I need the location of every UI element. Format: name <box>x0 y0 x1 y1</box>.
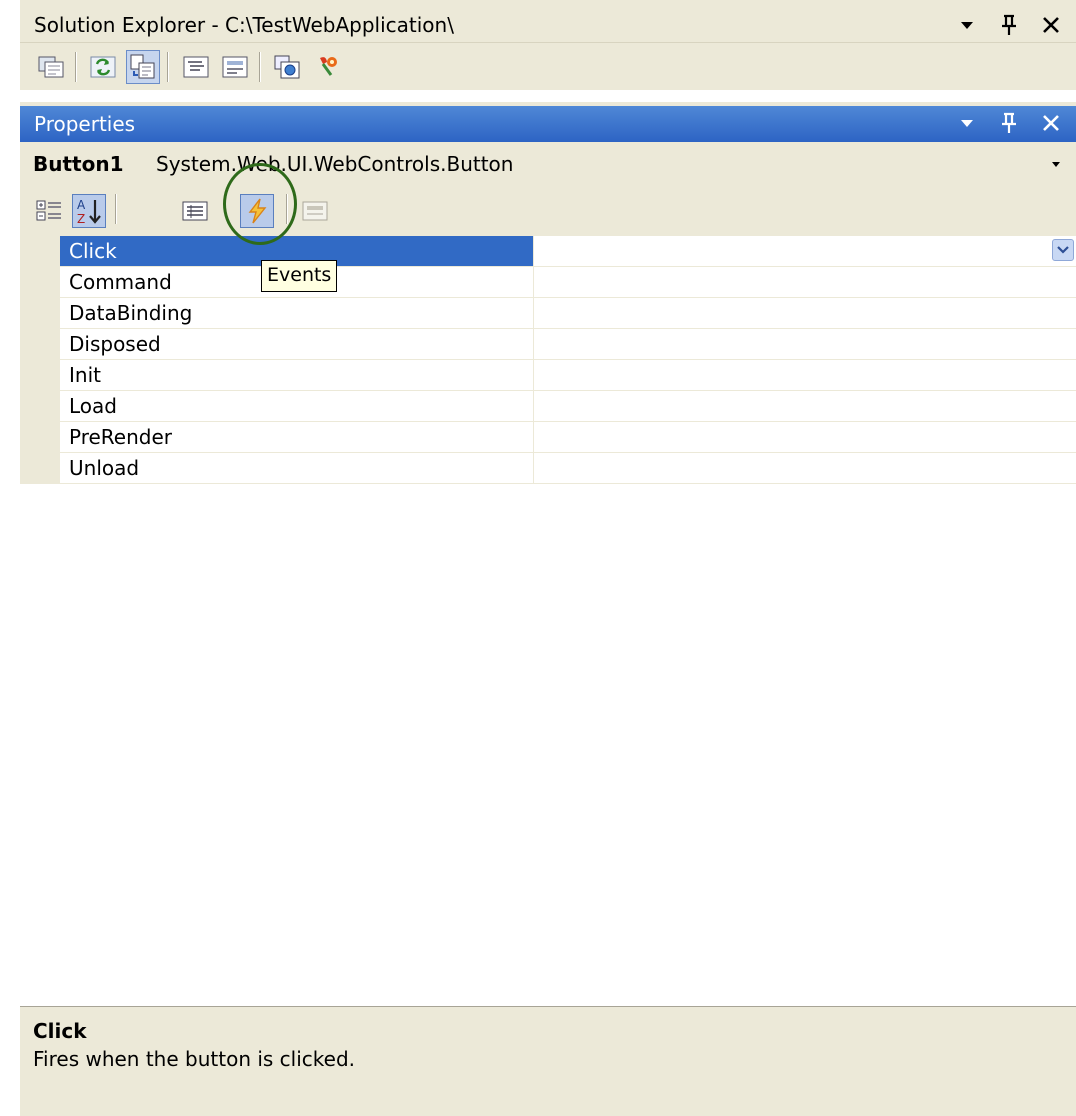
event-name: Unload <box>69 456 140 480</box>
chevron-down-icon[interactable] <box>1052 239 1074 261</box>
solution-explorer-tree-partial <box>20 90 1076 102</box>
pin-icon[interactable] <box>998 12 1020 38</box>
event-handler-cell[interactable] <box>534 422 1076 452</box>
event-name: Load <box>69 394 117 418</box>
event-row[interactable]: Init <box>20 360 1076 391</box>
object-type: System.Web.UI.WebControls.Button <box>156 152 514 176</box>
close-icon[interactable] <box>1040 110 1062 136</box>
row-gutter <box>20 453 60 484</box>
show-all-files-icon[interactable] <box>126 50 160 84</box>
window-edge <box>0 0 20 1115</box>
description-title: Click <box>33 1019 87 1043</box>
property-pages-icon <box>298 194 332 228</box>
refresh-icon[interactable] <box>86 50 120 84</box>
properties-view-icon[interactable] <box>178 194 212 228</box>
event-name: DataBinding <box>69 301 193 325</box>
svg-text:A: A <box>77 198 86 212</box>
event-handler-cell[interactable] <box>534 360 1076 390</box>
event-row[interactable]: Unload <box>20 453 1076 484</box>
event-handler-cell[interactable] <box>534 236 1076 266</box>
pin-icon[interactable] <box>998 110 1020 136</box>
chevron-down-icon[interactable] <box>1046 154 1066 174</box>
event-name: Init <box>69 363 101 387</box>
object-selector[interactable]: Button1 System.Web.UI.WebControls.Button <box>20 144 1076 184</box>
properties-titlebar: Properties <box>20 106 1076 142</box>
alphabetical-icon[interactable]: AZ <box>72 194 106 228</box>
events-button-highlight-circle <box>223 163 297 245</box>
event-name: Click <box>69 239 117 263</box>
event-handler-cell[interactable] <box>534 267 1076 297</box>
row-gutter <box>20 236 60 267</box>
solution-explorer-toolbar <box>20 44 1076 88</box>
row-gutter <box>20 360 60 391</box>
event-handler-cell[interactable] <box>534 329 1076 359</box>
copy-website-icon[interactable] <box>270 50 304 84</box>
event-handler-cell[interactable] <box>534 298 1076 328</box>
event-name-cell[interactable]: Unload <box>60 453 534 483</box>
event-name: Command <box>69 270 172 294</box>
description-text: Fires when the button is clicked. <box>33 1047 356 1071</box>
ide-panel-frame: Solution Explorer - C:\TestWebApplicatio… <box>20 0 1076 1116</box>
event-name-cell[interactable]: Disposed <box>60 329 534 359</box>
event-row[interactable]: Load <box>20 391 1076 422</box>
categorized-icon[interactable] <box>32 194 66 228</box>
properties-icon[interactable] <box>34 50 68 84</box>
svg-text:Z: Z <box>77 212 85 226</box>
view-code-icon[interactable] <box>179 50 213 84</box>
event-handler-cell[interactable] <box>534 453 1076 483</box>
view-designer-icon[interactable] <box>218 50 252 84</box>
event-row[interactable]: DataBinding <box>20 298 1076 329</box>
description-pane: Click Fires when the button is clicked. <box>20 1006 1076 1116</box>
event-name-cell[interactable]: Init <box>60 360 534 390</box>
event-row[interactable]: Command <box>20 267 1076 298</box>
event-row[interactable]: Click <box>20 236 1076 267</box>
properties-toolbar: AZ <box>20 186 1076 236</box>
object-name: Button1 <box>33 152 124 176</box>
event-name-cell[interactable]: PreRender <box>60 422 534 452</box>
event-row[interactable]: PreRender <box>20 422 1076 453</box>
row-gutter <box>20 267 60 298</box>
properties-title-buttons <box>956 108 1062 138</box>
row-gutter <box>20 391 60 422</box>
asp-net-configuration-icon[interactable] <box>309 50 343 84</box>
event-name-cell[interactable]: DataBinding <box>60 298 534 328</box>
events-grid: Click Command DataBinding Disposed Init Load P… <box>20 236 1076 1006</box>
solution-explorer-title-buttons <box>956 10 1062 40</box>
row-gutter <box>20 422 60 453</box>
solution-explorer-title: Solution Explorer - C:\TestWebApplicatio… <box>34 13 454 37</box>
events-tooltip: Events <box>261 260 338 292</box>
close-icon[interactable] <box>1040 12 1062 38</box>
event-name: Disposed <box>69 332 161 356</box>
event-name-cell[interactable]: Load <box>60 391 534 421</box>
properties-title: Properties <box>34 112 136 136</box>
row-gutter <box>20 298 60 329</box>
event-name: PreRender <box>69 425 172 449</box>
event-handler-cell[interactable] <box>534 391 1076 421</box>
window-position-dropdown-icon[interactable] <box>956 12 978 38</box>
solution-explorer-titlebar: Solution Explorer - C:\TestWebApplicatio… <box>20 8 1076 43</box>
event-row[interactable]: Disposed <box>20 329 1076 360</box>
window-position-dropdown-icon[interactable] <box>956 110 978 136</box>
row-gutter <box>20 329 60 360</box>
